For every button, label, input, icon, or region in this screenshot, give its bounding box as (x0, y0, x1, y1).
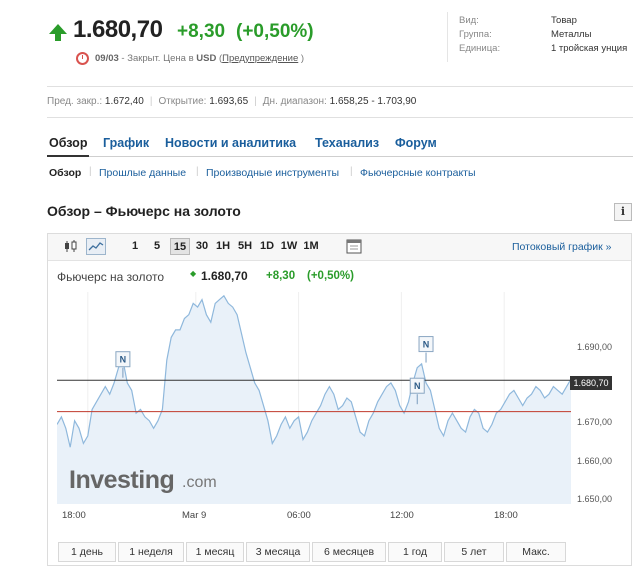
line-chart-icon[interactable] (86, 238, 106, 255)
info-group-label: Группа: (459, 29, 492, 40)
status-date: 09/03 (95, 53, 119, 64)
interval-30m[interactable]: 30 (193, 238, 211, 255)
news-marker-label: N (120, 355, 127, 365)
currency: USD (196, 53, 217, 64)
tab-technical[interactable]: Теханализ (315, 136, 379, 150)
day-range-value: 1.658,25 - 1.703,90 (329, 96, 417, 107)
y-tick-label: 1.670,00 (577, 417, 613, 427)
news-marker-label: N (423, 340, 430, 350)
interval-1h[interactable]: 1H (213, 238, 233, 255)
info-unit-value: 1 тройская унция (551, 43, 628, 54)
news-marker-label: N (414, 381, 421, 391)
period-3-months[interactable]: 3 месяца (246, 542, 310, 562)
y-tick-label: 1.690,00 (577, 342, 613, 352)
period-1-day[interactable]: 1 день (58, 542, 116, 562)
subnav-separator: | (350, 166, 353, 177)
subnav-futures[interactable]: Фьючерсные контракты (360, 167, 476, 179)
subnav-derivatives[interactable]: Производные инструменты (206, 167, 339, 179)
x-tick-label: 06:00 (287, 510, 311, 521)
chart-change-percent: (+0,50%) (307, 270, 354, 282)
investing-logo-suffix: .com (182, 474, 217, 491)
info-type-value: Товар (551, 15, 577, 26)
status-text: - Закрыт. Цена в (121, 53, 194, 64)
candlestick-icon[interactable] (61, 238, 81, 255)
info-group-value: Металлы (551, 29, 592, 40)
interval-5h[interactable]: 5H (235, 238, 255, 255)
x-tick-label: 18:00 (494, 510, 518, 521)
chart-change: +8,30 (266, 270, 296, 282)
interval-15m[interactable]: 15 (170, 238, 190, 255)
interval-5m[interactable]: 5 (150, 238, 164, 255)
divider (47, 117, 633, 118)
market-status: 09/03 - Закрыт. Цена в USD (Предупрежден… (95, 53, 304, 64)
divider (47, 86, 633, 87)
prev-close-label: Пред. закр.: (47, 96, 103, 107)
price-up-arrow-stem (55, 33, 61, 41)
paren-close: ) (300, 53, 305, 64)
last-price: 1.680,70 (73, 16, 163, 43)
subnav-separator: | (89, 166, 92, 177)
info-type-label: Вид: (459, 15, 479, 26)
calendar-icon[interactable] (344, 238, 364, 255)
active-tab-indicator (47, 155, 89, 157)
period-1-week[interactable]: 1 неделя (118, 542, 184, 562)
chart-price: 1.680,70 (201, 269, 248, 283)
x-tick-label: 12:00 (390, 510, 414, 521)
up-marker-icon: ◆ (190, 269, 197, 278)
info-unit-label: Единица: (459, 43, 501, 54)
tab-chart[interactable]: График (103, 136, 149, 150)
disclaimer-link[interactable]: Предупреждение (222, 53, 298, 64)
period-1-year[interactable]: 1 год (388, 542, 442, 562)
open-value: 1.693,65 (209, 96, 249, 107)
tabs-underline (47, 156, 633, 157)
chart-instrument-name: Фьючерс на золото (57, 270, 165, 284)
streaming-chart-link[interactable]: Потоковый график » (512, 241, 612, 253)
current-price-flag: 1.680,70 (570, 376, 612, 390)
interval-1w[interactable]: 1W (279, 238, 299, 255)
y-tick-label: 1.660,00 (577, 456, 613, 466)
x-tick-label: Mar 9 (182, 510, 207, 521)
open-label: Открытие: (158, 96, 207, 107)
period-max[interactable]: Макс. (506, 542, 566, 562)
period-1-month[interactable]: 1 месяц (186, 542, 244, 562)
info-icon[interactable]: i (614, 203, 632, 221)
info-divider (447, 12, 448, 62)
tab-overview[interactable]: Обзор (49, 136, 87, 150)
investing-logo: Investing (69, 466, 175, 494)
period-5-years[interactable]: 5 лет (444, 542, 504, 562)
price-change: +8,30 (177, 21, 226, 42)
clock-icon (76, 52, 89, 65)
interval-1mo[interactable]: 1M (301, 238, 321, 255)
price-change-percent: (+0,50%) (236, 21, 314, 42)
subnav-history[interactable]: Прошлые данные (99, 167, 186, 179)
tab-forum[interactable]: Форум (395, 136, 437, 150)
interval-1d[interactable]: 1D (257, 238, 277, 255)
interval-1m[interactable]: 1 (128, 238, 142, 255)
subnav-separator: | (196, 166, 199, 177)
period-6-months[interactable]: 6 месяцев (312, 542, 386, 562)
prev-close-value: 1.672,40 (104, 96, 144, 107)
stats-bar: Пред. закр.: 1.672,40 | Открытие: 1.693,65… (47, 96, 417, 107)
subnav-overview[interactable]: Обзор (49, 167, 81, 179)
day-range-label: Дн. диапазон: (262, 96, 327, 107)
x-tick-label: 18:00 (62, 510, 86, 521)
y-tick-label: 1.650,00 (577, 494, 613, 504)
tab-news-analysis[interactable]: Новости и аналитика (165, 136, 296, 150)
section-title: Обзор – Фьючерс на золото (47, 203, 241, 219)
